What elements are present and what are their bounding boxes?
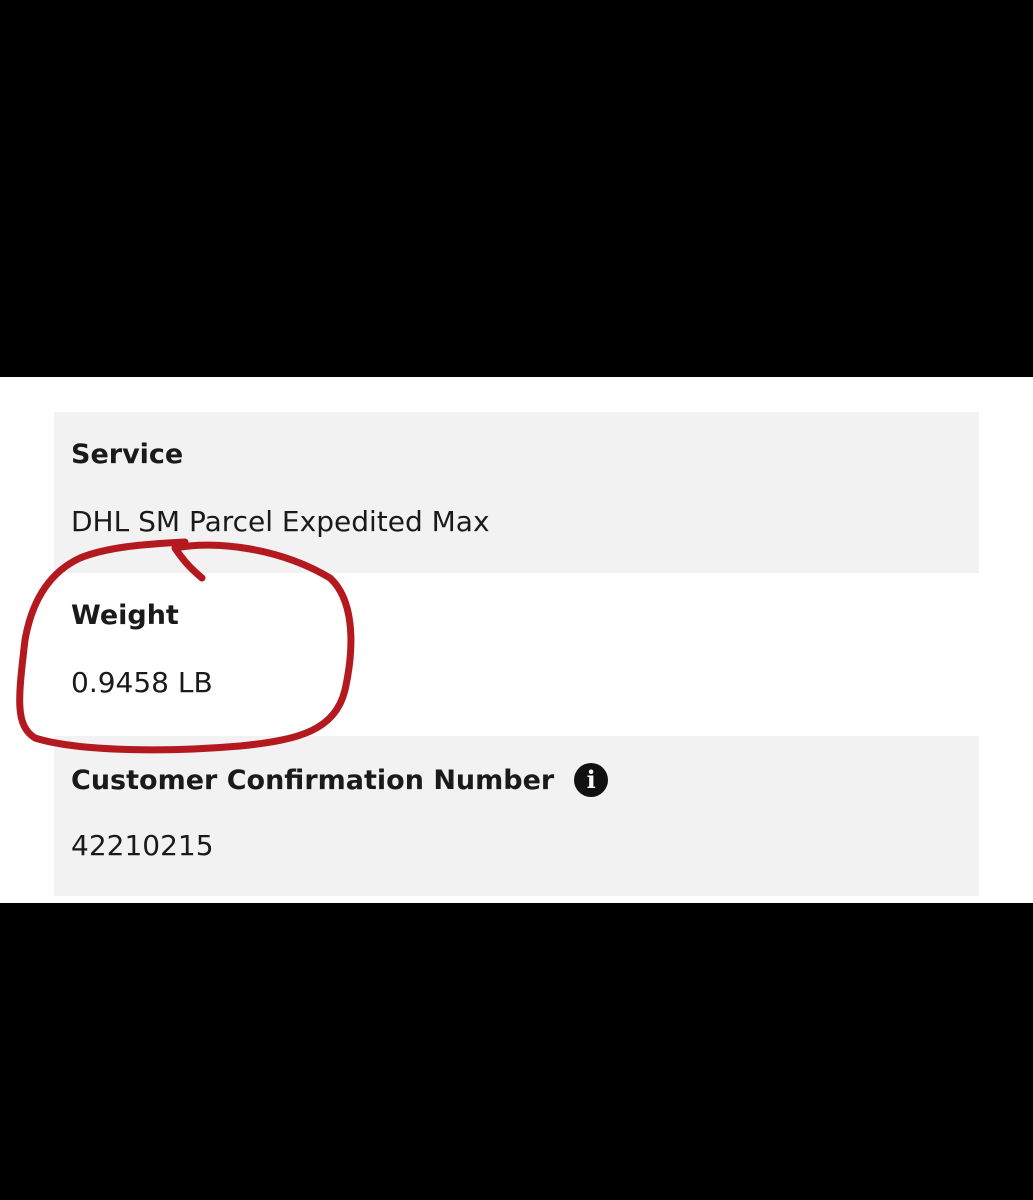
weight-label: Weight [71,600,179,631]
weight-value: 0.9458 LB [71,666,213,699]
customer-confirmation-label-wrap: Customer Confirmation Number i [71,763,609,797]
customer-confirmation-label: Customer Confirmation Number [71,764,555,796]
customer-confirmation-value: 42210215 [71,829,214,862]
customer-confirmation-row: Customer Confirmation Number i 42210215 [54,736,979,896]
info-icon[interactable]: i [574,763,609,797]
weight-row: Weight 0.9458 LB [54,573,979,736]
service-value: DHL SM Parcel Expedited Max [71,505,490,538]
service-label: Service [71,439,184,470]
service-row: Service DHL SM Parcel Expedited Max [54,412,979,573]
shipment-details-panel: Service DHL SM Parcel Expedited Max Weig… [0,377,1033,903]
